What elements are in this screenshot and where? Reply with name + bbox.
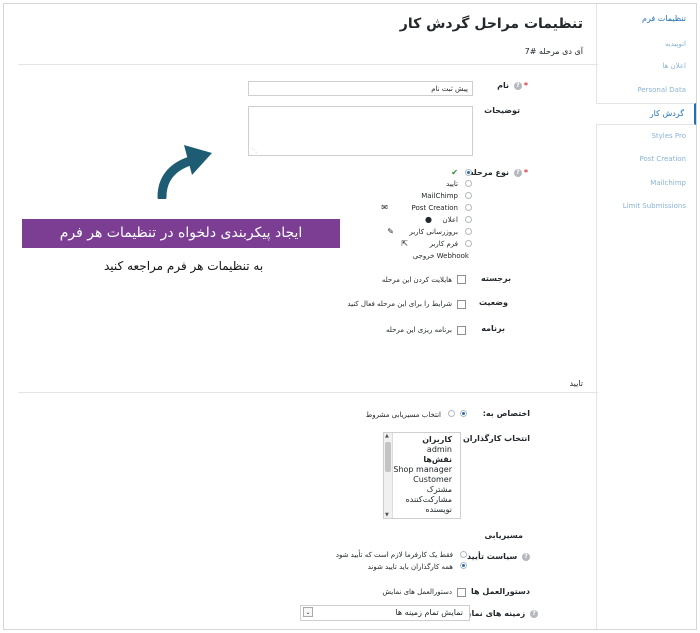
schedule-label: برنامه bbox=[481, 324, 505, 333]
scrollbar[interactable]: ▲ ▼ bbox=[384, 433, 393, 518]
sidebar-item-limit-submissions[interactable]: Limit Submissions bbox=[596, 202, 696, 210]
step-id: آی دی مرحله #7 bbox=[524, 47, 583, 56]
assignee-option[interactable]: admin bbox=[384, 445, 460, 455]
sidebar-item-styles-pro[interactable]: Styles Pro bbox=[596, 132, 696, 140]
step-type-option: فرم کاربر bbox=[429, 240, 458, 248]
scroll-thumb[interactable] bbox=[385, 442, 391, 472]
promo-banner: ایجاد پیکربندی دلخواه در تنظیمات هر فرم bbox=[22, 219, 340, 248]
help-icon[interactable]: ? bbox=[513, 81, 522, 90]
promo-subtext: به تنظیمات هر فرم مراجعه کنید bbox=[104, 259, 264, 273]
chevron-down-icon[interactable]: ⌄ bbox=[303, 607, 313, 617]
assignee-option[interactable]: Customer bbox=[384, 475, 460, 485]
policy-option: فقط یک کارفرما لازم است که تأیید شود bbox=[335, 551, 453, 559]
pencil-icon: ✎ bbox=[387, 227, 394, 236]
highlight-option: هایلایت کردن این مرحله bbox=[381, 276, 452, 284]
assignees-listbox[interactable]: ▲ ▼ کاربران admin نقش‌ها Shop manager Cu… bbox=[383, 432, 461, 519]
step-name-input[interactable] bbox=[248, 81, 473, 96]
status-checkbox[interactable] bbox=[457, 300, 466, 309]
schedule-checkbox[interactable] bbox=[457, 326, 466, 335]
assignee-option[interactable]: مشترک bbox=[384, 485, 460, 495]
divider bbox=[18, 392, 598, 393]
assign-radio-users[interactable] bbox=[460, 410, 467, 417]
assign-to-label: اختصاص به: bbox=[482, 409, 530, 418]
external-link-icon: ⇱ bbox=[401, 239, 408, 248]
assignees-label: انتخاب کارگذاران bbox=[462, 434, 530, 443]
settings-sidebar: تنظیمات فرم اتوپیدیه اعلان ها Personal D… bbox=[596, 4, 696, 629]
page-title: تنظیمات مراحل گردش کار bbox=[399, 16, 583, 32]
instructions-option: دستورالعمل های نمایش bbox=[382, 588, 452, 596]
name-label: *? نام bbox=[497, 81, 528, 90]
step-type-option: تایید bbox=[446, 180, 458, 188]
sidebar-item-workflow[interactable]: گردش کار bbox=[596, 103, 696, 125]
sidebar-item-personal-data[interactable]: Personal Data bbox=[596, 86, 696, 94]
step-type-radio[interactable] bbox=[465, 228, 472, 235]
assign-radio-conditional[interactable] bbox=[448, 410, 455, 417]
user-icon: ● bbox=[425, 215, 432, 224]
step-type-radio[interactable] bbox=[465, 204, 472, 211]
status-label: وضعیت bbox=[479, 298, 508, 307]
required-marker: * bbox=[523, 168, 528, 177]
main-panel: تنظیمات مراحل گردش کار آی دی مرحله #7 *?… bbox=[4, 4, 598, 629]
policy-option: همه کارگذاران باید تایید شوند bbox=[367, 563, 453, 571]
help-icon[interactable]: ? bbox=[522, 552, 530, 561]
step-type-radio[interactable] bbox=[465, 192, 472, 199]
description-textarea[interactable]: ⋰ bbox=[248, 106, 473, 156]
divider bbox=[18, 64, 598, 65]
display-fields-select[interactable]: نمایش تمام زمینه ها ⌄ bbox=[300, 605, 470, 621]
assignee-option[interactable]: کاربران bbox=[384, 435, 460, 445]
step-type-radio[interactable] bbox=[465, 216, 472, 223]
assignee-option[interactable]: Shop manager bbox=[384, 465, 460, 475]
instructions-label: دستورالعمل ها bbox=[471, 587, 530, 596]
step-type-radio-approval[interactable] bbox=[465, 169, 472, 176]
sidebar-item-post-creation[interactable]: Post Creation bbox=[596, 155, 696, 163]
schedule-option: برنامه ریزی این مرحله bbox=[386, 326, 452, 334]
approval-section-title: تایید bbox=[569, 379, 583, 388]
step-type-option: Webhook خروجی bbox=[412, 252, 469, 260]
check-icon: ✔ bbox=[451, 168, 458, 177]
step-type-radio[interactable] bbox=[465, 240, 472, 247]
step-type-radio[interactable] bbox=[465, 180, 472, 187]
step-type-option: Post Creation bbox=[411, 204, 459, 212]
policy-label: ? سیاست تأیید bbox=[467, 552, 530, 561]
sidebar-item-form-settings[interactable]: تنظیمات فرم bbox=[596, 14, 696, 23]
step-type-option: بروزرسانی کاربر bbox=[409, 228, 458, 236]
highlight-label: برجسته bbox=[480, 274, 511, 283]
step-type-option: اعلان bbox=[442, 216, 458, 224]
status-option: شرایط را برای این مرحله فعال کنید bbox=[347, 300, 452, 308]
step-type-label: *? نوع مرحله bbox=[468, 168, 528, 177]
curved-arrow-icon bbox=[157, 145, 212, 199]
instructions-checkbox[interactable] bbox=[457, 588, 466, 597]
scroll-down-icon[interactable]: ▼ bbox=[385, 512, 389, 518]
policy-radio-all[interactable] bbox=[460, 562, 467, 569]
help-icon[interactable]: ? bbox=[513, 168, 522, 177]
assignee-option[interactable]: مشارکت‌کننده bbox=[384, 495, 460, 505]
resize-grip-icon[interactable]: ⋰ bbox=[251, 147, 257, 154]
assign-option: انتخاب مسیریابی مشروط bbox=[365, 411, 441, 419]
scroll-up-icon[interactable]: ▲ bbox=[385, 433, 389, 439]
sidebar-item-confirmation[interactable]: اتوپیدیه bbox=[596, 40, 696, 48]
description-label: توضیحات bbox=[484, 106, 520, 115]
help-icon[interactable]: ? bbox=[530, 609, 538, 618]
required-marker: * bbox=[523, 81, 528, 90]
step-type-option: MailChimp bbox=[421, 192, 458, 200]
sidebar-item-notifications[interactable]: اعلان ها bbox=[596, 62, 696, 70]
assignee-option[interactable]: نقش‌ها bbox=[384, 455, 460, 465]
envelope-icon: ✉ bbox=[381, 203, 388, 212]
routing-label: مسیریابی bbox=[484, 531, 523, 540]
highlight-checkbox[interactable] bbox=[457, 275, 466, 284]
policy-radio-one[interactable] bbox=[460, 551, 467, 558]
sidebar-item-mailchimp[interactable]: Mailchimp bbox=[596, 179, 696, 187]
display-fields-value: نمایش تمام زمینه ها bbox=[395, 608, 463, 617]
workflow-settings-window: تنظیمات فرم اتوپیدیه اعلان ها Personal D… bbox=[3, 3, 697, 630]
assignee-option[interactable]: نویسنده bbox=[384, 505, 460, 515]
